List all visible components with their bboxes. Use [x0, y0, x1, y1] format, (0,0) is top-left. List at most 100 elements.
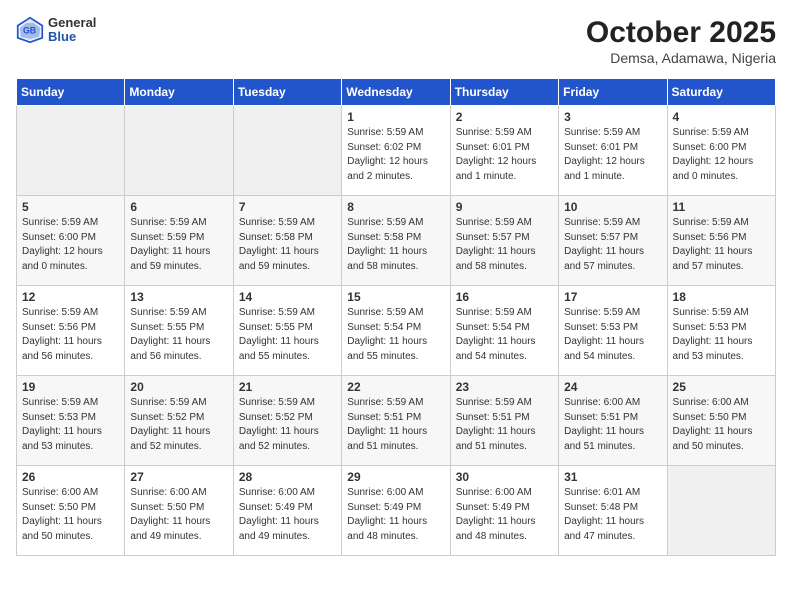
calendar-cell: 6Sunrise: 5:59 AMSunset: 5:59 PMDaylight… [125, 196, 233, 286]
calendar-table: SundayMondayTuesdayWednesdayThursdayFrid… [16, 78, 776, 556]
day-number: 3 [564, 110, 661, 124]
logo-icon: GB [16, 16, 44, 44]
calendar-cell: 7 Sunrise: 5:59 AMSunset: 5:58 PMDaylight… [233, 196, 341, 286]
weekday-header-monday: Monday [125, 79, 233, 106]
day-info: Sunrise: 5:59 AMSunset: 6:00 PMDaylight:… [673, 126, 770, 184]
day-number: 24 [564, 380, 661, 394]
calendar-cell: 15Sunrise: 5:59 AMSunset: 5:54 PMDayligh… [342, 286, 450, 376]
day-info: Sunrise: 5:59 AMSunset: 5:53 PMDaylight:… [673, 306, 770, 364]
day-number: 19 [22, 380, 119, 394]
day-info: Sunrise: 5:59 AMSunset: 6:01 PMDaylight:… [456, 126, 553, 184]
calendar-cell: 12 Sunrise: 5:59 AMSunset: 5:56 PMDayligh… [17, 286, 125, 376]
day-number: 1 [347, 110, 444, 124]
day-info: Sunrise: 5:59 AMSunset: 5:59 PMDaylight:… [130, 216, 227, 274]
day-number: 18 [673, 290, 770, 304]
calendar-week-row: 5Sunrise: 5:59 AMSunset: 6:00 PMDaylight… [17, 196, 776, 286]
day-info: Sunrise: 5:59 AMSunset: 5:51 PMDaylight:… [347, 396, 444, 454]
day-number: 30 [456, 470, 553, 484]
day-info: Sunrise: 6:01 AMSunset: 5:48 PMDaylight:… [564, 486, 661, 544]
day-number: 27 [130, 470, 227, 484]
calendar-week-row: 26Sunrise: 6:00 AMSunset: 5:50 PMDayligh… [17, 466, 776, 556]
calendar-cell: 14Sunrise: 5:59 AMSunset: 5:55 PMDayligh… [233, 286, 341, 376]
day-info: Sunrise: 5:59 AMSunset: 5:56 PMDaylight:… [22, 306, 119, 364]
weekday-header-saturday: Saturday [667, 79, 775, 106]
calendar-cell: 27 Sunrise: 6:00 AMSunset: 5:50 PMDayligh… [125, 466, 233, 556]
calendar-cell [125, 106, 233, 196]
title-block: October 2025 Demsa, Adamawa, Nigeria [586, 16, 776, 66]
day-number: 22 [347, 380, 444, 394]
calendar-cell: 20 Sunrise: 5:59 AMSunset: 5:52 PMDayligh… [125, 376, 233, 466]
day-info: Sunrise: 6:00 AMSunset: 5:50 PMDaylight:… [673, 396, 770, 454]
day-info: Sunrise: 5:59 AMSunset: 5:57 PMDaylight:… [564, 216, 661, 274]
day-info: Sunrise: 5:59 AMSunset: 5:58 PMDaylight:… [347, 216, 444, 274]
day-number: 31 [564, 470, 661, 484]
day-info: Sunrise: 5:59 AMSunset: 5:53 PMDaylight:… [564, 306, 661, 364]
logo-general: General [48, 16, 96, 30]
calendar-cell: 5Sunrise: 5:59 AMSunset: 6:00 PMDaylight… [17, 196, 125, 286]
logo-blue: Blue [48, 30, 96, 44]
day-info: Sunrise: 5:59 AMSunset: 5:58 PMDaylight:… [239, 216, 336, 274]
calendar-cell: 8 Sunrise: 5:59 AMSunset: 5:58 PMDaylight… [342, 196, 450, 286]
calendar-cell: 23Sunrise: 5:59 AMSunset: 5:51 PMDayligh… [450, 376, 558, 466]
svg-text:GB: GB [23, 26, 36, 36]
weekday-header-row: SundayMondayTuesdayWednesdayThursdayFrid… [17, 79, 776, 106]
logo-text: General Blue [48, 16, 96, 45]
day-info: Sunrise: 5:59 AMSunset: 5:57 PMDaylight:… [456, 216, 553, 274]
day-info: Sunrise: 5:59 AMSunset: 5:56 PMDaylight:… [673, 216, 770, 274]
day-number: 23 [456, 380, 553, 394]
calendar-cell: 25 Sunrise: 6:00 AMSunset: 5:50 PMDayligh… [667, 376, 775, 466]
day-number: 29 [347, 470, 444, 484]
calendar-cell [667, 466, 775, 556]
calendar-cell: 17 Sunrise: 5:59 AMSunset: 5:53 PMDayligh… [559, 286, 667, 376]
calendar-cell: 2 Sunrise: 5:59 AMSunset: 6:01 PMDaylight… [450, 106, 558, 196]
calendar-cell: 28 Sunrise: 6:00 AMSunset: 5:49 PMDayligh… [233, 466, 341, 556]
day-info: Sunrise: 6:00 AMSunset: 5:50 PMDaylight:… [130, 486, 227, 544]
day-info: Sunrise: 5:59 AMSunset: 5:52 PMDaylight:… [239, 396, 336, 454]
day-number: 7 [239, 200, 336, 214]
day-info: Sunrise: 5:59 AMSunset: 5:55 PMDaylight:… [130, 306, 227, 364]
day-number: 17 [564, 290, 661, 304]
day-info: Sunrise: 5:59 AMSunset: 5:52 PMDaylight:… [130, 396, 227, 454]
day-number: 4 [673, 110, 770, 124]
day-number: 28 [239, 470, 336, 484]
day-number: 9 [456, 200, 553, 214]
day-number: 13 [130, 290, 227, 304]
day-number: 12 [22, 290, 119, 304]
calendar-cell [17, 106, 125, 196]
calendar-week-row: 19 Sunrise: 5:59 AMSunset: 5:53 PMDayligh… [17, 376, 776, 466]
day-info: Sunrise: 5:59 AMSunset: 6:01 PMDaylight:… [564, 126, 661, 184]
day-number: 2 [456, 110, 553, 124]
calendar-cell: 31 Sunrise: 6:01 AMSunset: 5:48 PMDayligh… [559, 466, 667, 556]
day-number: 5 [22, 200, 119, 214]
calendar-cell: 29Sunrise: 6:00 AMSunset: 5:49 PMDayligh… [342, 466, 450, 556]
calendar-cell: 11Sunrise: 5:59 AMSunset: 5:56 PMDayligh… [667, 196, 775, 286]
weekday-header-wednesday: Wednesday [342, 79, 450, 106]
day-info: Sunrise: 5:59 AMSunset: 5:53 PMDaylight:… [22, 396, 119, 454]
calendar-cell: 1 Sunrise: 5:59 AMSunset: 6:02 PMDaylight… [342, 106, 450, 196]
logo: GB General Blue [16, 16, 96, 45]
weekday-header-sunday: Sunday [17, 79, 125, 106]
page-header: GB General Blue October 2025 Demsa, Adam… [16, 16, 776, 66]
calendar-cell: 21 Sunrise: 5:59 AMSunset: 5:52 PMDayligh… [233, 376, 341, 466]
calendar-cell [233, 106, 341, 196]
day-info: Sunrise: 6:00 AMSunset: 5:49 PMDaylight:… [239, 486, 336, 544]
day-number: 8 [347, 200, 444, 214]
location-subtitle: Demsa, Adamawa, Nigeria [586, 50, 776, 66]
day-number: 10 [564, 200, 661, 214]
day-number: 15 [347, 290, 444, 304]
calendar-cell: 19 Sunrise: 5:59 AMSunset: 5:53 PMDayligh… [17, 376, 125, 466]
weekday-header-thursday: Thursday [450, 79, 558, 106]
calendar-cell: 22 Sunrise: 5:59 AMSunset: 5:51 PMDayligh… [342, 376, 450, 466]
calendar-cell: 26Sunrise: 6:00 AMSunset: 5:50 PMDayligh… [17, 466, 125, 556]
calendar-cell: 24Sunrise: 6:00 AMSunset: 5:51 PMDayligh… [559, 376, 667, 466]
day-number: 20 [130, 380, 227, 394]
day-info: Sunrise: 5:59 AMSunset: 6:02 PMDaylight:… [347, 126, 444, 184]
calendar-cell: 13 Sunrise: 5:59 AMSunset: 5:55 PMDayligh… [125, 286, 233, 376]
weekday-header-tuesday: Tuesday [233, 79, 341, 106]
calendar-week-row: 12 Sunrise: 5:59 AMSunset: 5:56 PMDayligh… [17, 286, 776, 376]
day-number: 25 [673, 380, 770, 394]
day-number: 21 [239, 380, 336, 394]
day-info: Sunrise: 6:00 AMSunset: 5:50 PMDaylight:… [22, 486, 119, 544]
calendar-cell: 30Sunrise: 6:00 AMSunset: 5:49 PMDayligh… [450, 466, 558, 556]
month-title: October 2025 [586, 16, 776, 50]
